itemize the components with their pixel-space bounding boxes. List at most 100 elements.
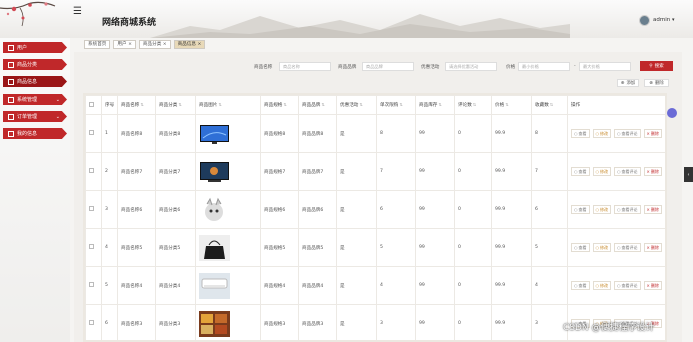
tab-products[interactable]: 商品信息 ×: [173, 40, 206, 49]
cell-spec: 商品规格8: [260, 114, 299, 153]
sidebar-item-profile[interactable]: 我的信息: [3, 128, 67, 139]
close-icon[interactable]: ×: [163, 42, 167, 47]
cell-brand: 商品品牌6: [298, 190, 337, 229]
column-header[interactable]: 优惠活动⇅: [336, 95, 377, 115]
sort-icon: ⇅: [178, 102, 182, 107]
edit-button[interactable]: ○ 修改: [592, 129, 611, 138]
edit-icon: ○: [595, 207, 600, 212]
select-all-checkbox[interactable]: [85, 95, 102, 115]
cell-image: [195, 266, 261, 305]
search-brand-input[interactable]: 商品品牌: [362, 62, 414, 71]
system-title: 网络商城系统: [102, 17, 157, 27]
cell-promo: 是: [336, 114, 377, 153]
row-checkbox[interactable]: [85, 190, 102, 229]
cell-spec: 商品规格7: [260, 152, 299, 191]
column-header[interactable]: 价格⇅: [491, 95, 532, 115]
delete-row-button[interactable]: × 删除: [643, 281, 662, 290]
eye-icon: ○: [574, 207, 578, 212]
column-header[interactable]: 商品规格⇅: [260, 95, 299, 115]
edit-button[interactable]: ○ 修改: [592, 167, 611, 176]
cell-promo: 是: [336, 228, 377, 267]
cell-no: 3: [101, 190, 118, 229]
view-button[interactable]: ○ 查看: [571, 129, 590, 138]
user-name[interactable]: admin: [653, 17, 670, 23]
table-header: 序号 商品名称⇅ 商品分类⇅ 商品图片⇅ 商品规格⇅ 商品品牌⇅ 优惠活动⇅ 单…: [85, 95, 665, 115]
view-button[interactable]: ○ 查看: [571, 281, 590, 290]
sidebar-item-products[interactable]: 商品信息: [3, 76, 67, 87]
tab-home[interactable]: 系统首页: [84, 40, 111, 49]
delete-row-button[interactable]: × 删除: [643, 243, 662, 252]
cell-favorites: 5: [531, 228, 568, 267]
sidebar-item-categories[interactable]: 商品分类: [3, 59, 67, 70]
column-header[interactable]: 收藏数⇅: [531, 95, 568, 115]
row-checkbox[interactable]: [85, 114, 102, 153]
view-comments-button[interactable]: ○ 查看评论: [614, 205, 641, 214]
grid-icon: [8, 113, 14, 120]
column-header[interactable]: 商品品牌⇅: [298, 95, 337, 115]
cell-name: 商品名称5: [117, 228, 156, 267]
row-checkbox[interactable]: [85, 228, 102, 267]
plum-blossom-decoration: [0, 1, 56, 27]
close-icon: ×: [646, 207, 650, 212]
search-max-price-input[interactable]: 最大价格: [579, 62, 631, 71]
floating-scroll-button[interactable]: [667, 108, 677, 118]
delete-row-button[interactable]: × 删除: [643, 205, 662, 214]
column-header[interactable]: 商品名称⇅: [117, 95, 156, 115]
close-icon[interactable]: ×: [198, 42, 202, 47]
cell-limit: 4: [376, 266, 416, 305]
search-min-price-input[interactable]: 最小价格: [518, 62, 570, 71]
sidebar-item-system[interactable]: 系统管理 ⌄: [3, 94, 67, 105]
chevron-down-icon[interactable]: ▾: [672, 17, 675, 23]
delete-row-button[interactable]: × 删除: [643, 129, 662, 138]
view-comments-button[interactable]: ○ 查看评论: [614, 167, 641, 176]
cell-promo: 是: [336, 190, 377, 229]
view-comments-button[interactable]: ○ 查看评论: [614, 243, 641, 252]
eye-icon: ○: [617, 207, 621, 212]
cell-category: 商品分类5: [155, 228, 196, 267]
row-checkbox[interactable]: [85, 152, 102, 191]
column-header[interactable]: 商品图片⇅: [195, 95, 261, 115]
search-name-input[interactable]: 商品名称: [279, 62, 331, 71]
view-button[interactable]: ○ 查看: [571, 167, 590, 176]
column-header[interactable]: 商品分类⇅: [155, 95, 196, 115]
delete-row-button[interactable]: × 删除: [643, 167, 662, 176]
sidebar-item-users[interactable]: 用户: [3, 42, 67, 53]
sidebar-item-orders[interactable]: 订单管理 ⌄: [3, 111, 67, 122]
tab-bar: 系统首页 用户 × 商品分类 × 商品信息 ×: [84, 40, 206, 49]
column-header[interactable]: 单次限购⇅: [376, 95, 416, 115]
cell-name: 商品名称7: [117, 152, 156, 191]
search-button[interactable]: ⚲ 搜索: [640, 61, 673, 71]
cell-price: 99.9: [491, 228, 532, 267]
column-header[interactable]: 评论数⇅: [454, 95, 492, 115]
tab-categories[interactable]: 商品分类 ×: [138, 40, 171, 49]
edit-button[interactable]: ○ 修改: [592, 205, 611, 214]
delete-button[interactable]: ⊗ 删除: [644, 79, 669, 87]
search-promo-select[interactable]: 请选择优惠活动: [445, 62, 497, 71]
eye-icon: ○: [617, 245, 621, 250]
add-button[interactable]: ⊕ 添加: [617, 79, 639, 87]
avatar[interactable]: [639, 15, 650, 26]
view-button[interactable]: ○ 查看: [571, 243, 590, 252]
view-button[interactable]: ○ 查看: [571, 205, 590, 214]
menu-icon[interactable]: ☰: [73, 6, 82, 17]
tab-users[interactable]: 用户 ×: [113, 40, 136, 49]
close-icon[interactable]: ×: [128, 42, 132, 47]
cell-no: 5: [101, 266, 118, 305]
sort-icon: ⇅: [505, 102, 509, 107]
plus-icon: ⊕: [620, 80, 625, 86]
view-comments-button[interactable]: ○ 查看评论: [614, 129, 641, 138]
edit-button[interactable]: ○ 修改: [592, 243, 611, 252]
cell-brand: 商品品牌4: [298, 266, 337, 305]
column-header[interactable]: 商品库存⇅: [415, 95, 455, 115]
edit-icon: ○: [595, 245, 600, 250]
cell-no: 6: [101, 304, 118, 340]
view-comments-button[interactable]: ○ 查看评论: [614, 281, 641, 290]
row-checkbox[interactable]: [85, 266, 102, 305]
chevron-left-icon[interactable]: ‹: [684, 167, 693, 182]
trash-icon: ⊗: [649, 80, 653, 86]
cell-spec: 商品规格6: [260, 190, 299, 229]
edit-button[interactable]: ○ 修改: [592, 281, 611, 290]
column-header: 序号: [101, 95, 118, 115]
eye-icon: ○: [617, 131, 621, 136]
row-checkbox[interactable]: [85, 304, 102, 340]
